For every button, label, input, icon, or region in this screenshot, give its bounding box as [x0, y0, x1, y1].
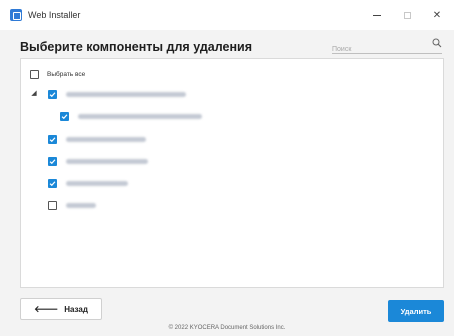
title-bar: Web Installer ✕ [0, 0, 454, 30]
list-item[interactable] [60, 110, 202, 122]
component-label-redacted [78, 113, 202, 119]
search-icon[interactable] [432, 38, 442, 48]
maximize-icon [403, 11, 411, 19]
page-title: Выберите компоненты для удаления [20, 40, 252, 54]
window-title: Web Installer [28, 10, 81, 20]
component-label-redacted [66, 91, 186, 97]
minimize-button[interactable] [362, 0, 392, 30]
maximize-button[interactable] [392, 0, 422, 30]
close-button[interactable]: ✕ [422, 0, 452, 30]
search-box [332, 38, 442, 57]
back-button-label: Назад [64, 304, 88, 314]
component-list: Выбрать все ◢ [20, 58, 444, 288]
expand-collapse-icon[interactable]: ◢ [30, 89, 38, 97]
select-all-row[interactable]: Выбрать все [30, 68, 85, 80]
delete-button-label: Удалить [400, 306, 432, 316]
back-button[interactable]: 🡐 Назад [20, 298, 102, 320]
page-header: Выберите компоненты для удаления [0, 30, 454, 58]
component-label-redacted [66, 202, 96, 208]
component-checkbox[interactable] [48, 178, 57, 188]
list-item[interactable] [48, 177, 128, 189]
search-input[interactable] [332, 42, 424, 57]
list-item[interactable] [48, 88, 186, 100]
component-checkbox[interactable] [48, 200, 57, 210]
close-icon: ✕ [432, 9, 442, 21]
select-all-label: Выбрать все [47, 70, 86, 78]
app-icon [10, 9, 22, 21]
minimize-icon [373, 14, 381, 16]
component-checkbox[interactable] [48, 89, 57, 99]
component-checkbox[interactable] [48, 156, 57, 166]
component-label-redacted [66, 180, 128, 186]
list-item[interactable] [48, 155, 148, 167]
delete-button[interactable]: Удалить [388, 300, 444, 322]
component-checkbox[interactable] [60, 111, 69, 121]
component-checkbox[interactable] [48, 134, 57, 144]
component-label-redacted [66, 158, 148, 164]
component-label-redacted [66, 136, 146, 142]
copyright-text: © 2022 KYOCERA Document Solutions Inc. [168, 325, 286, 331]
list-item[interactable] [48, 133, 146, 145]
back-arrow-icon: 🡐 [34, 303, 59, 314]
select-all-checkbox[interactable] [30, 69, 39, 79]
list-item[interactable] [48, 199, 96, 211]
